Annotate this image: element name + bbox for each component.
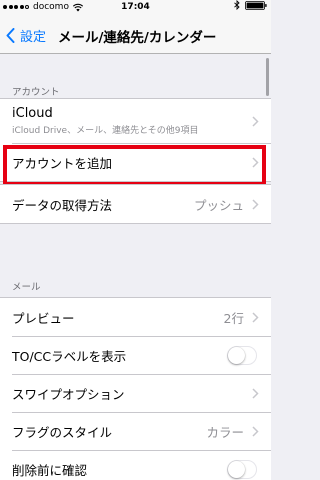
battery-icon <box>245 0 267 10</box>
icloud-title: iCloud <box>12 106 53 121</box>
fetch-new-data-row[interactable]: データの取得方法 プッシュ <box>0 185 271 223</box>
preview-value: 2行 <box>223 310 244 326</box>
to-cc-label: TO/CCラベルを表示 <box>12 348 127 364</box>
back-button[interactable]: 設定 <box>6 26 46 45</box>
fetch-label: データの取得方法 <box>12 197 113 213</box>
accounts-group: iCloud iCloud Drive、メール、連絡先とその他9項目 アカウント… <box>0 98 271 182</box>
mail-group: プレビュー 2行 TO/CCラベルを表示 スワイプオプション フラグのスタイル … <box>0 297 271 480</box>
fetch-group: データの取得方法 プッシュ <box>0 184 271 224</box>
icloud-text: iCloud iCloud Drive、メール、連絡先とその他9項目 <box>12 106 252 136</box>
navigation-bar: 設定 メール/連絡先/カレンダー <box>0 14 271 54</box>
status-bar: docomo 17:04 <box>0 0 271 14</box>
flag-style-label: フラグのスタイル <box>12 424 113 440</box>
confirm-delete-toggle[interactable] <box>227 459 257 479</box>
section-header-accounts: アカウント <box>12 87 60 98</box>
icloud-row[interactable]: iCloud iCloud Drive、メール、連絡先とその他9項目 <box>0 99 271 143</box>
confirm-delete-row: 削除前に確認 <box>0 450 271 480</box>
chevron-right-icon <box>252 425 259 437</box>
flag-style-row[interactable]: フラグのスタイル カラー <box>0 412 271 450</box>
to-cc-toggle[interactable] <box>227 345 257 365</box>
chevron-right-icon <box>252 115 259 127</box>
back-chevron-icon <box>6 28 15 43</box>
swipe-options-label: スワイプオプション <box>12 386 125 402</box>
icloud-subtitle: iCloud Drive、メール、連絡先とその他9項目 <box>12 126 199 136</box>
confirm-delete-label: 削除前に確認 <box>12 462 88 478</box>
back-button-label: 設定 <box>20 30 47 45</box>
preview-label: プレビュー <box>12 310 75 326</box>
preview-row[interactable]: プレビュー 2行 <box>0 298 271 336</box>
chevron-right-icon <box>252 311 259 323</box>
bluetooth-icon <box>234 0 240 10</box>
fetch-value: プッシュ <box>193 197 244 213</box>
page-title: メール/連絡先/カレンダー <box>58 30 217 46</box>
toggle-knob <box>228 346 245 364</box>
chevron-right-icon <box>252 156 259 168</box>
chevron-right-icon <box>252 198 259 210</box>
chevron-right-icon <box>252 387 259 399</box>
to-cc-label-row: TO/CCラベルを表示 <box>0 336 271 374</box>
status-time: 17:04 <box>121 2 150 12</box>
add-account-row[interactable]: アカウントを追加 <box>0 143 271 181</box>
toggle-knob <box>228 460 245 478</box>
status-right <box>234 0 267 10</box>
scroll-indicator <box>266 58 269 96</box>
add-account-label: アカウントを追加 <box>12 155 113 171</box>
section-header-mail: メール <box>12 282 41 293</box>
swipe-options-row[interactable]: スワイプオプション <box>0 374 271 412</box>
flag-style-value: カラー <box>206 424 244 440</box>
